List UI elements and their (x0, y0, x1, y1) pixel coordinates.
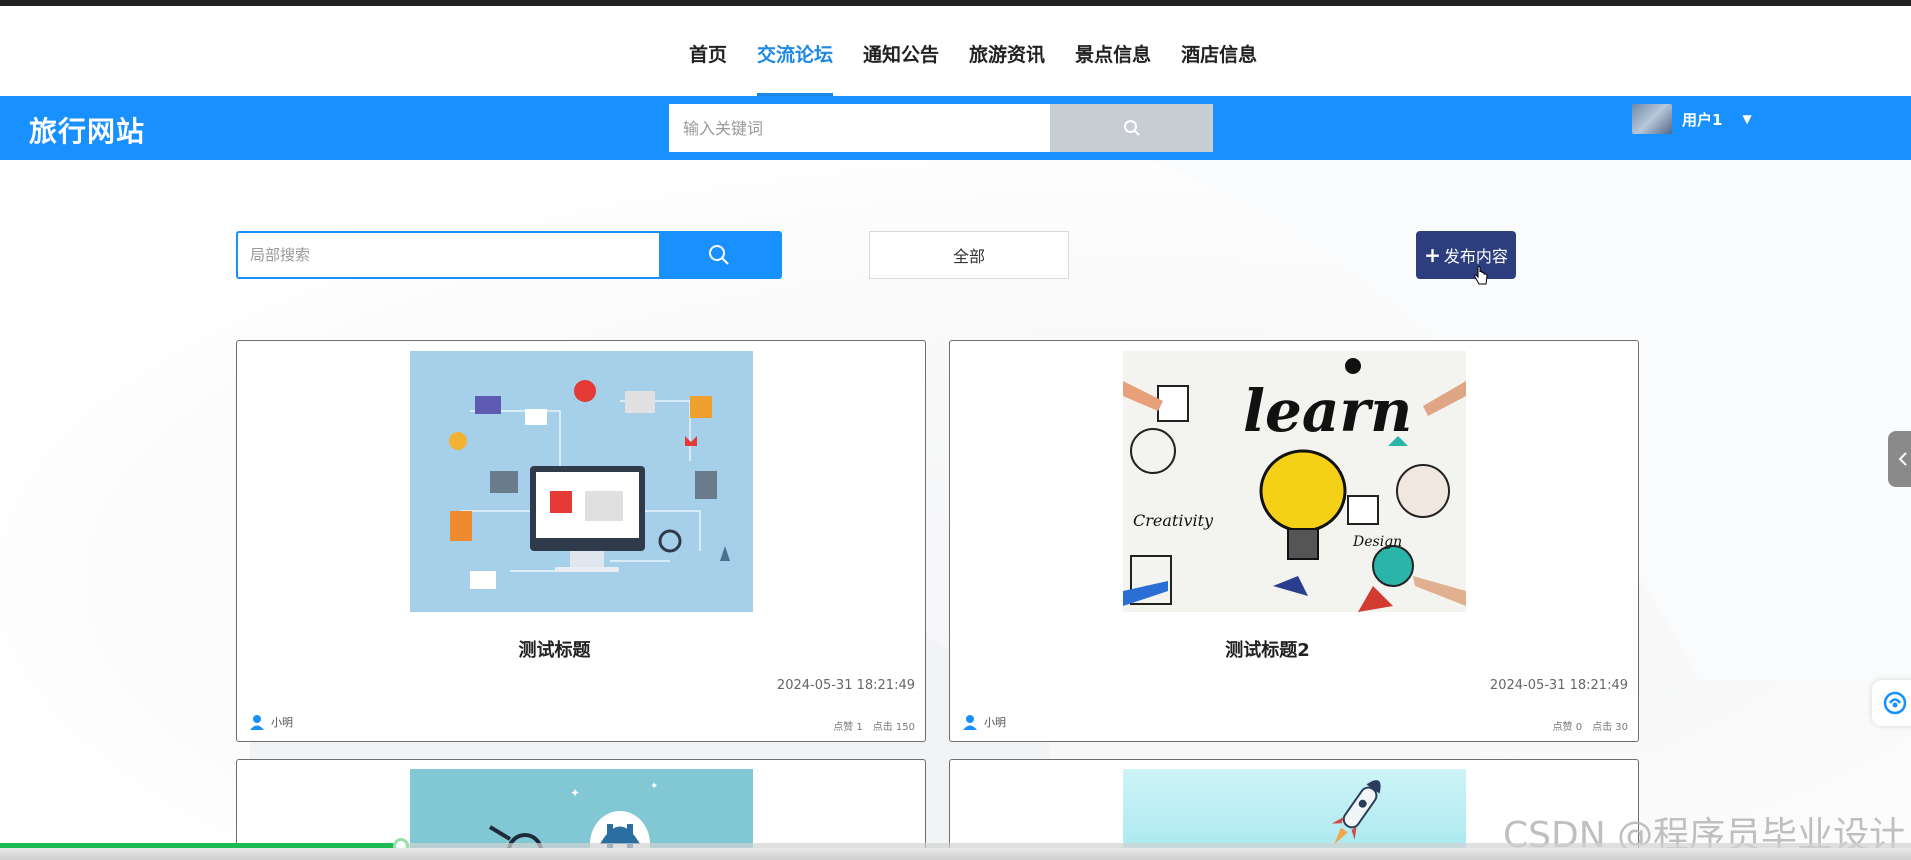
header-search (669, 104, 1213, 152)
nav-item-hotels[interactable]: 酒店信息 (1166, 40, 1272, 96)
header-search-button[interactable] (1050, 104, 1213, 152)
floating-service-button[interactable] (1872, 680, 1911, 726)
svg-text:Design: Design (1352, 534, 1402, 550)
header-search-input[interactable] (669, 104, 1050, 152)
search-icon (1123, 120, 1140, 136)
author-name: 小明 (271, 716, 293, 729)
click-count: 点击 150 (872, 722, 915, 733)
click-count: 点击 30 (1592, 722, 1628, 733)
like-count: 点赞 1 (833, 722, 863, 733)
nav-item-home[interactable]: 首页 (674, 40, 742, 96)
post-author: 小明 (962, 714, 1006, 730)
post-card[interactable]: learn Creativity Design 测试标题2 2024-05-31… (949, 340, 1639, 742)
chevron-down-icon: ▼ (1742, 112, 1752, 126)
plus-icon: + (1424, 243, 1441, 267)
video-controls-shade (0, 848, 1911, 860)
site-logo[interactable]: 旅行网站 (29, 110, 145, 150)
publish-button[interactable]: + 发布内容 (1416, 231, 1516, 279)
avatar (1632, 104, 1672, 134)
user-name: 用户1 (1682, 110, 1723, 129)
chevron-left-icon (1898, 452, 1907, 466)
post-stats: 点赞 1 点击 150 (833, 718, 915, 733)
hand-cursor-icon (1474, 266, 1488, 285)
all-filter-button[interactable]: 全部 (869, 231, 1069, 279)
post-image[interactable] (410, 351, 753, 612)
local-search-input[interactable] (238, 233, 659, 277)
publish-label: 发布内容 (1443, 247, 1508, 266)
post-card[interactable]: 测试标题 2024-05-31 18:21:49 小明 点赞 1 点击 150 (236, 340, 926, 742)
post-date: 2024-05-31 18:21:49 (776, 678, 915, 693)
headset-icon (1883, 691, 1907, 715)
local-search (236, 231, 782, 279)
search-icon (709, 245, 730, 265)
svg-text:learn: learn (1243, 377, 1412, 445)
user-icon (963, 715, 977, 730)
nav-item-notices[interactable]: 通知公告 (848, 40, 954, 96)
post-image[interactable]: learn Creativity Design (1123, 351, 1466, 612)
post-author: 小明 (249, 714, 293, 730)
nav-item-forum[interactable]: 交流论坛 (742, 40, 848, 96)
svg-text:✦: ✦ (650, 781, 658, 792)
post-date: 2024-05-31 18:21:49 (1489, 678, 1628, 693)
nav-item-travel-news[interactable]: 旅游资讯 (954, 40, 1060, 96)
post-stats: 点赞 0 点击 30 (1553, 718, 1628, 733)
header-bar: 旅行网站 用户1 ▼ (0, 96, 1911, 160)
user-icon (250, 715, 264, 730)
nav-item-attractions[interactable]: 景点信息 (1060, 40, 1166, 96)
side-drawer-toggle[interactable] (1888, 431, 1911, 487)
like-count: 点赞 0 (1552, 722, 1583, 733)
user-menu[interactable]: 用户1 ▼ (1632, 104, 1752, 134)
post-title[interactable]: 测试标题 (237, 636, 872, 662)
svg-text:✦: ✦ (570, 786, 580, 800)
author-name: 小明 (984, 716, 1006, 729)
post-title[interactable]: 测试标题2 (950, 636, 1585, 662)
local-search-button[interactable] (658, 233, 780, 277)
svg-text:Creativity: Creativity (1133, 511, 1214, 530)
main-nav: 首页 交流论坛 通知公告 旅游资讯 景点信息 酒店信息 (0, 6, 1911, 96)
